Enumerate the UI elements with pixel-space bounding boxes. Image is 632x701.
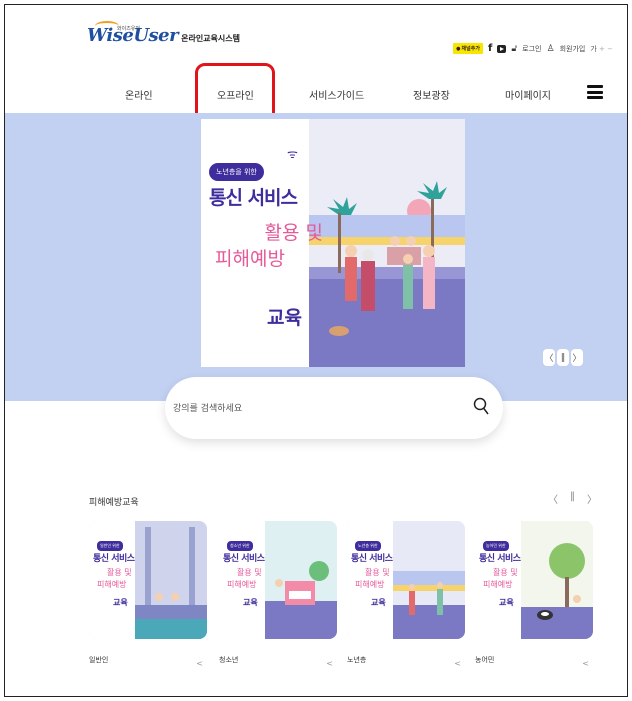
share-icon[interactable]: < xyxy=(454,659,461,668)
font-size-control: 가 + − xyxy=(590,44,613,54)
utility-bar: ● 채널추가 f 🔓︎ 로그인 ♙ 회원가입 가 + − xyxy=(453,43,613,54)
share-icon[interactable]: < xyxy=(326,659,333,668)
banner-illustration xyxy=(309,119,465,367)
main-banner: ᯤ 노년층을 위한 통신 서비스 활용 및 피해예방 교육 〈 ‖ 〉 xyxy=(5,113,627,401)
lock-icon: 🔓︎ xyxy=(511,43,518,54)
youtube-icon[interactable] xyxy=(497,44,507,53)
share-icon[interactable]: < xyxy=(582,659,589,668)
section-pause-button[interactable]: ‖ xyxy=(570,491,575,506)
banner-title-1: 통신 서비스 xyxy=(209,187,298,209)
banner-title-3: 피해예방 xyxy=(215,248,285,270)
course-label: 일반인 xyxy=(89,656,109,664)
banner-pause-button[interactable]: ‖ xyxy=(557,349,569,366)
facebook-icon[interactable]: f xyxy=(488,43,492,54)
thumb-title-1: 통신 서비스 xyxy=(93,554,135,564)
section-next-button[interactable]: 〉 xyxy=(587,491,597,506)
banner-title-2: 활용 및 xyxy=(264,222,323,244)
course-thumbnail: 청소년 위한 통신 서비스 활용 및 피해예방 교육 xyxy=(219,521,337,639)
thumb-title-2: 활용 및 xyxy=(237,568,262,577)
share-icon[interactable]: < xyxy=(196,659,203,668)
thumb-title-2: 활용 및 xyxy=(493,568,518,577)
wifi-icon: ᯤ xyxy=(287,147,298,161)
thumb-pill: 노년층 위한 xyxy=(355,541,381,551)
thumb-pill: 농어민 위한 xyxy=(483,541,509,551)
course-label: 노년층 xyxy=(347,656,367,664)
search-icon[interactable] xyxy=(473,397,489,415)
nav-online[interactable]: 온라인 xyxy=(125,87,153,102)
thumb-title-1: 통신 서비스 xyxy=(479,554,521,564)
site-logo[interactable]: 와이즈유저 WiseUser 온라인교육시스템 xyxy=(87,21,240,45)
banner-pill: 노년층을 위한 xyxy=(209,163,264,181)
login-link[interactable]: 로그인 xyxy=(522,44,541,54)
thumb-title-4: 교육 xyxy=(499,598,514,607)
logo-top-text: 와이즈유저 xyxy=(117,26,141,32)
banner-title-4: 교육 xyxy=(267,307,302,329)
section-prev-button[interactable]: 〈 xyxy=(548,491,558,506)
nav-info-plaza[interactable]: 정보광장 xyxy=(413,87,450,102)
course-card[interactable]: 농어민 위한 통신 서비스 활용 및 피해예방 교육 농어민 < xyxy=(475,521,593,668)
banner-slide[interactable]: ᯤ 노년층을 위한 통신 서비스 활용 및 피해예방 교육 xyxy=(201,119,465,367)
course-card[interactable]: 청소년 위한 통신 서비스 활용 및 피해예방 교육 청소년 < xyxy=(219,521,337,668)
section-title: 피해예방교육 xyxy=(89,498,139,508)
thumb-title-3: 피해예방 xyxy=(227,580,257,589)
logo-text: 온라인교육시스템 xyxy=(181,34,240,43)
font-size-label: 가 xyxy=(590,44,597,53)
banner-controls: 〈 ‖ 〉 xyxy=(543,349,583,366)
main-nav: 온라인 오프라인 서비스가이드 정보광장 마이페이지 xyxy=(5,85,627,113)
font-plus-button[interactable]: + xyxy=(599,45,605,53)
thumb-title-4: 교육 xyxy=(371,598,386,607)
font-minus-button[interactable]: − xyxy=(607,45,613,53)
kakao-icon: ● xyxy=(456,45,461,52)
banner-prev-button[interactable]: 〈 xyxy=(543,349,555,366)
course-thumbnail: 농어민 위한 통신 서비스 활용 및 피해예방 교육 xyxy=(475,521,593,639)
thumb-title-3: 피해예방 xyxy=(355,580,385,589)
course-card[interactable]: 노년층 위한 통신 서비스 활용 및 피해예방 교육 노년층 < xyxy=(347,521,465,668)
kakao-label: 채널추가 xyxy=(461,46,480,52)
thumb-pill: 일반인 위한 xyxy=(97,541,123,551)
page-frame: 와이즈유저 WiseUser 온라인교육시스템 ● 채널추가 f 🔓︎ 로그인 … xyxy=(4,4,628,697)
thumb-title-4: 교육 xyxy=(243,598,258,607)
course-label: 농어민 xyxy=(475,656,495,664)
thumb-title-2: 활용 및 xyxy=(107,568,132,577)
search-box xyxy=(165,377,503,439)
course-thumbnail: 일반인 위한 통신 서비스 활용 및 피해예방 교육 xyxy=(89,521,207,639)
user-icon: ♙ xyxy=(546,43,555,54)
thumb-title-1: 통신 서비스 xyxy=(351,554,393,564)
course-label: 청소년 xyxy=(219,656,239,664)
course-card[interactable]: 일반인 위한 통신 서비스 활용 및 피해예방 교육 일반인 < xyxy=(89,521,207,668)
thumb-title-4: 교육 xyxy=(113,598,128,607)
thumb-pill: 청소년 위한 xyxy=(227,541,253,551)
kakao-channel-button[interactable]: ● 채널추가 xyxy=(453,43,483,54)
thumb-title-2: 활용 및 xyxy=(365,568,390,577)
section-controls: 〈 ‖ 〉 xyxy=(548,491,597,506)
search-input[interactable] xyxy=(173,401,423,417)
banner-next-button[interactable]: 〉 xyxy=(571,349,583,366)
nav-mypage[interactable]: 마이페이지 xyxy=(505,87,551,102)
nav-service-guide[interactable]: 서비스가이드 xyxy=(309,87,364,102)
thumb-title-3: 피해예방 xyxy=(483,580,513,589)
signup-link[interactable]: 회원가입 xyxy=(560,44,586,54)
logo-swoosh-icon xyxy=(95,21,119,31)
course-thumbnail: 노년층 위한 통신 서비스 활용 및 피해예방 교육 xyxy=(347,521,465,639)
thumb-title-3: 피해예방 xyxy=(97,580,127,589)
thumb-title-1: 통신 서비스 xyxy=(223,554,265,564)
menu-icon[interactable] xyxy=(587,85,603,99)
